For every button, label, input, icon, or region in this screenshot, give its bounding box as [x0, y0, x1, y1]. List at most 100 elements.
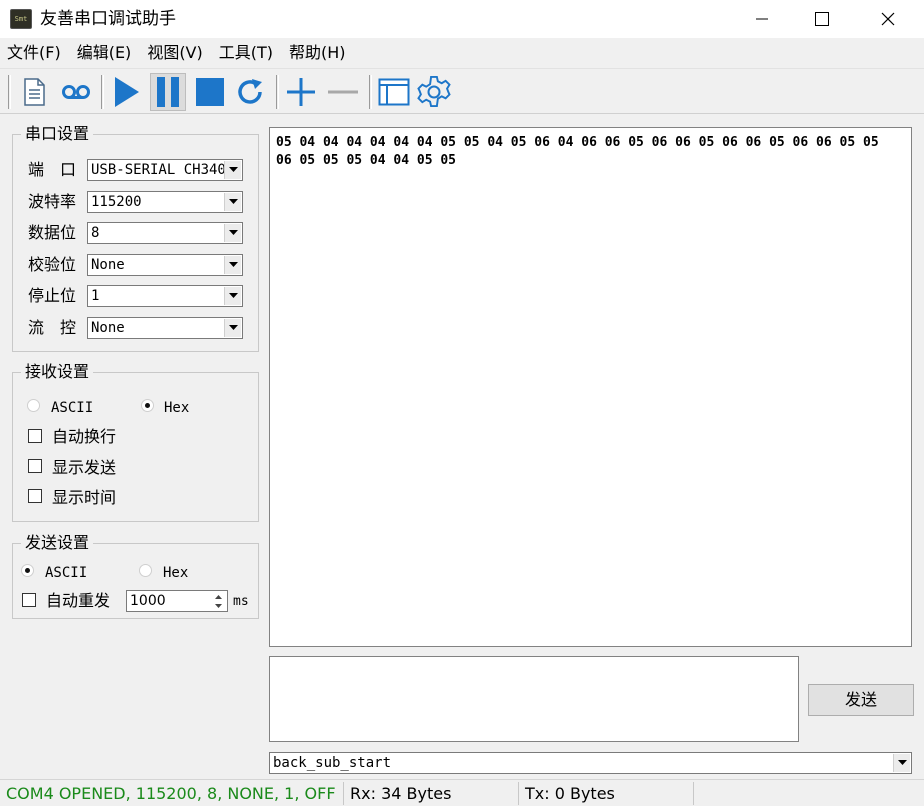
- minus-icon: [328, 90, 358, 94]
- pause-button[interactable]: [150, 73, 186, 111]
- databits-value: 8: [91, 225, 100, 241]
- interval-value: 1000: [130, 593, 166, 609]
- receive-ascii-radio[interactable]: [27, 399, 40, 412]
- interval-stepper[interactable]: 1000: [126, 590, 228, 612]
- minimize-icon: [756, 18, 768, 20]
- record-button[interactable]: [58, 73, 94, 111]
- toolbar-grip[interactable]: [8, 75, 11, 109]
- chevron-down-icon[interactable]: [893, 754, 910, 772]
- refresh-button[interactable]: [233, 73, 269, 111]
- receive-textarea[interactable]: 05 04 04 04 04 04 04 05 05 04 05 06 04 0…: [269, 127, 912, 647]
- baudrate-label: 波特率: [28, 192, 77, 211]
- menu-tools[interactable]: 工具(T): [218, 39, 274, 67]
- status-bar: COM4 OPENED, 115200, 8, NONE, 1, OFF Rx:…: [0, 779, 924, 806]
- chevron-down-icon[interactable]: [224, 319, 241, 337]
- stopbits-select[interactable]: 1: [87, 285, 243, 307]
- add-button[interactable]: [283, 73, 319, 111]
- port-select[interactable]: USB-SERIAL CH340: [87, 159, 243, 181]
- parity-label: 校验位: [28, 255, 77, 274]
- title-bar: Smt 友善串口调试助手: [0, 0, 924, 38]
- chevron-down-icon[interactable]: [224, 256, 241, 274]
- close-icon: [881, 12, 895, 26]
- play-icon: [115, 77, 139, 107]
- chevron-up-icon[interactable]: [211, 592, 226, 601]
- stop-icon: [196, 78, 224, 106]
- radio-selected-dot: [25, 568, 30, 573]
- port-value: USB-SERIAL CH340: [91, 162, 226, 178]
- menu-file[interactable]: 文件(F): [6, 39, 62, 67]
- chevron-down-icon[interactable]: [211, 601, 226, 610]
- send-history-value: back_sub_start: [273, 755, 392, 771]
- flowcontrol-label: 流 控: [28, 318, 77, 337]
- menu-edit[interactable]: 编辑(E): [76, 39, 133, 67]
- flowcontrol-select[interactable]: None: [87, 317, 243, 339]
- play-button[interactable]: [108, 73, 144, 111]
- receive-settings-title: 接收设置: [21, 363, 94, 381]
- receive-settings-group: [12, 372, 259, 522]
- chevron-down-icon[interactable]: [224, 161, 241, 179]
- new-button[interactable]: [16, 73, 52, 111]
- stop-button[interactable]: [192, 73, 228, 111]
- send-button[interactable]: 发送: [808, 684, 914, 716]
- plus-icon: [287, 78, 315, 106]
- auto-resend-label: 自动重发: [46, 591, 111, 610]
- baudrate-value: 115200: [91, 194, 142, 210]
- window-button[interactable]: [376, 73, 412, 111]
- stopbits-label: 停止位: [28, 286, 77, 305]
- toolbar-separator: [276, 75, 279, 109]
- chevron-down-icon[interactable]: [224, 193, 241, 211]
- baudrate-select[interactable]: 115200: [87, 191, 243, 213]
- send-ascii-radio[interactable]: [21, 564, 34, 577]
- send-history-select[interactable]: back_sub_start: [269, 752, 912, 774]
- menu-bar: 文件(F) 编辑(E) 视图(V) 工具(T) 帮助(H): [0, 38, 924, 68]
- show-sent-checkbox[interactable]: [28, 459, 42, 473]
- interval-unit: ms: [233, 594, 249, 609]
- parity-value: None: [91, 257, 125, 273]
- gear-icon: [417, 75, 451, 108]
- show-sent-label: 显示发送: [52, 458, 117, 477]
- auto-resend-checkbox[interactable]: [22, 593, 36, 607]
- app-icon: Smt: [10, 9, 32, 29]
- minimize-button[interactable]: [732, 0, 792, 38]
- port-label: 端 口: [28, 160, 77, 179]
- toolbar: [0, 68, 924, 114]
- show-time-checkbox[interactable]: [28, 489, 42, 503]
- settings-button[interactable]: [416, 73, 452, 111]
- menu-view[interactable]: 视图(V): [146, 39, 203, 67]
- receive-hex-label: Hex: [164, 400, 190, 416]
- window-title: 友善串口调试助手: [40, 9, 176, 29]
- stopbits-value: 1: [91, 288, 100, 304]
- databits-label: 数据位: [28, 223, 77, 242]
- record-icon: [62, 85, 90, 99]
- flowcontrol-value: None: [91, 320, 125, 336]
- databits-select[interactable]: 8: [87, 222, 243, 244]
- toolbar-separator: [101, 75, 104, 109]
- close-button[interactable]: [858, 0, 918, 38]
- send-ascii-label: ASCII: [45, 565, 88, 581]
- remove-button[interactable]: [325, 73, 361, 111]
- port-status: COM4 OPENED, 115200, 8, NONE, 1, OFF: [2, 782, 344, 805]
- pause-icon: [157, 77, 179, 107]
- rx-count: Rx: 34 Bytes: [346, 782, 519, 805]
- show-time-label: 显示时间: [52, 488, 117, 507]
- send-settings-title: 发送设置: [21, 534, 94, 552]
- send-hex-label: Hex: [163, 565, 189, 581]
- receive-hex-radio[interactable]: [141, 399, 154, 412]
- auto-wrap-checkbox[interactable]: [28, 429, 42, 443]
- status-extra: [696, 782, 920, 805]
- send-hex-radio[interactable]: [139, 564, 152, 577]
- tx-count: Tx: 0 Bytes: [521, 782, 694, 805]
- send-textarea[interactable]: [269, 656, 799, 742]
- parity-select[interactable]: None: [87, 254, 243, 276]
- chevron-down-icon[interactable]: [224, 224, 241, 242]
- receive-ascii-label: ASCII: [51, 400, 94, 416]
- maximize-button[interactable]: [792, 0, 852, 38]
- menu-help[interactable]: 帮助(H): [288, 39, 347, 67]
- refresh-icon: [238, 79, 262, 104]
- radio-selected-dot: [145, 403, 150, 408]
- auto-wrap-label: 自动换行: [52, 427, 117, 446]
- maximize-icon: [815, 12, 829, 26]
- window-icon: [378, 78, 410, 106]
- received-data: 05 04 04 04 04 04 04 05 05 04 05 06 04 0…: [276, 135, 887, 168]
- chevron-down-icon[interactable]: [224, 287, 241, 305]
